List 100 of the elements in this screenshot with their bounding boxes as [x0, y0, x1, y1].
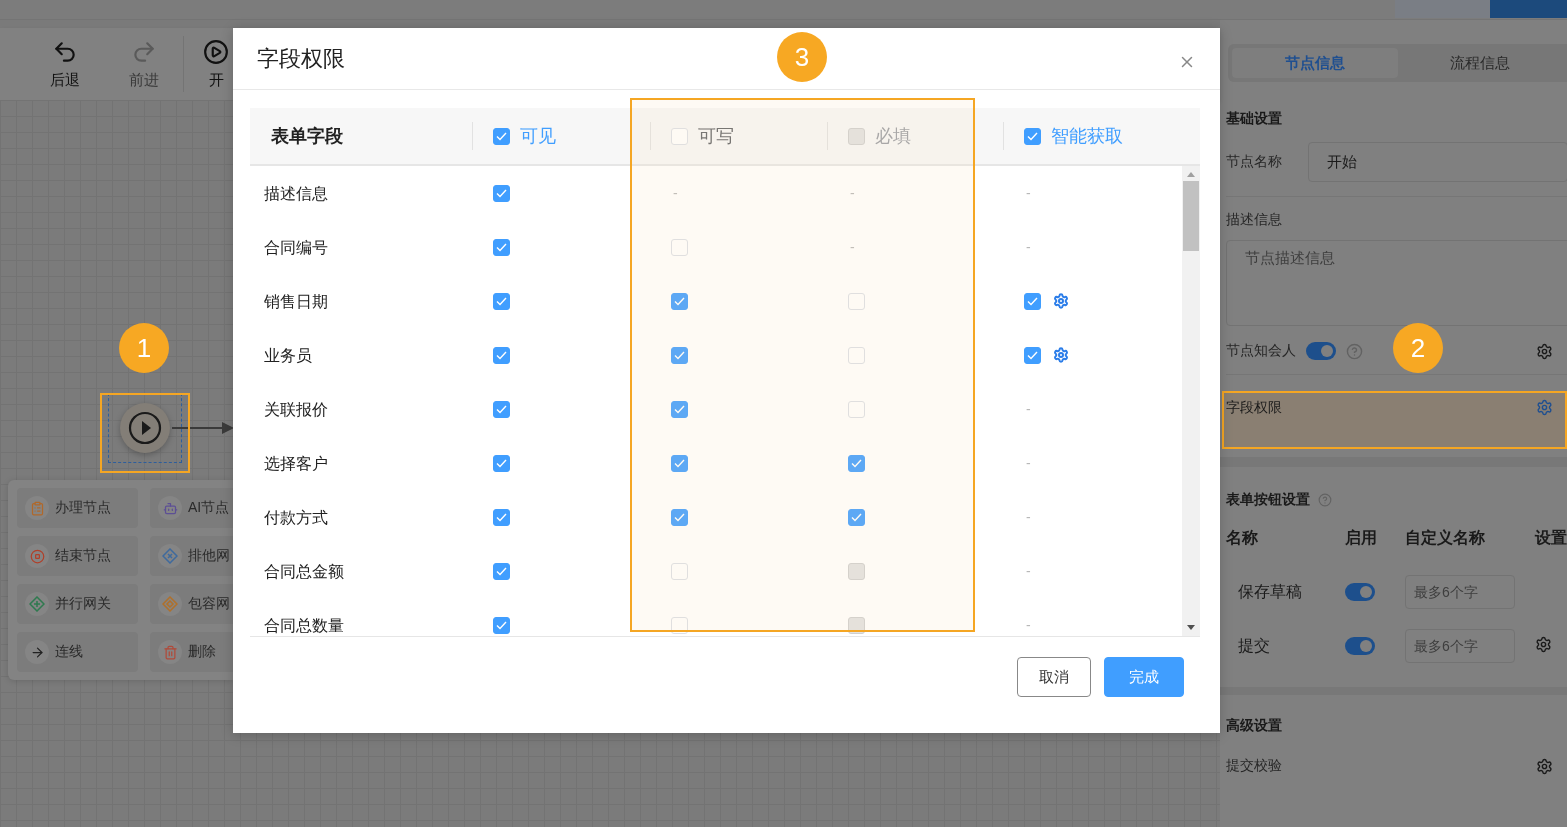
settings-icon[interactable]: [1535, 635, 1552, 653]
tab[interactable]: 流程信息: [1397, 48, 1563, 78]
checkmark-icon: [674, 296, 685, 306]
field-name: 付款方式: [263, 507, 329, 528]
checkmark-icon: [496, 188, 507, 198]
checkmark-icon: [496, 350, 507, 360]
toggle-switch[interactable]: [1345, 637, 1375, 655]
toggle-switch[interactable]: [1306, 342, 1336, 360]
field-label: 描述信息: [1226, 211, 1282, 229]
column-header: 可见: [520, 125, 556, 148]
checkbox[interactable]: [1024, 127, 1041, 145]
column-header: 设置: [1535, 527, 1567, 548]
help-icon[interactable]: [1346, 342, 1363, 360]
checkmark-icon: [674, 512, 685, 522]
checkbox[interactable]: [493, 292, 510, 310]
menu-item[interactable]: 办理节点: [17, 488, 138, 528]
toggle-switch[interactable]: [1345, 583, 1375, 601]
start-node[interactable]: [120, 403, 170, 453]
settings-icon[interactable]: [1536, 757, 1553, 775]
field-label: 节点知会人: [1226, 342, 1296, 360]
checkmark-icon: [1027, 131, 1038, 141]
empty-mark: -: [1025, 401, 1031, 417]
checkbox[interactable]: [848, 508, 865, 526]
checkmark-icon: [851, 512, 862, 522]
empty-mark: -: [1025, 239, 1031, 255]
menu-item[interactable]: 连线: [17, 632, 138, 672]
diamond-x-icon: [158, 544, 182, 568]
empty-mark: -: [1025, 455, 1031, 471]
play-icon: [203, 38, 229, 65]
toolbar-button[interactable]: 开: [200, 38, 232, 90]
menu-item[interactable]: 并行网关: [17, 584, 138, 624]
description-field[interactable]: 节点描述信息: [1226, 240, 1567, 326]
checkbox[interactable]: [671, 454, 688, 472]
checkmark-icon: [674, 350, 685, 360]
trash-icon: [158, 640, 182, 664]
settings-icon[interactable]: [1536, 342, 1553, 360]
checkbox[interactable]: [493, 238, 510, 256]
custom-name-field[interactable]: 最多6个字: [1405, 575, 1515, 609]
checkmark-icon: [496, 131, 507, 141]
checkbox[interactable]: [1024, 292, 1041, 310]
checkmark-icon: [674, 404, 685, 414]
field-label: 节点名称: [1226, 153, 1282, 171]
checkbox[interactable]: [493, 127, 510, 145]
column-header: 可写: [698, 125, 734, 148]
column-header: 名称: [1226, 527, 1259, 548]
checkbox[interactable]: [493, 508, 510, 526]
checkbox[interactable]: [493, 562, 510, 580]
checkbox[interactable]: [1024, 346, 1041, 364]
column-header: 表单字段: [271, 125, 343, 148]
field-name: 选择客户: [263, 453, 329, 474]
field-name: 合同总金额: [263, 561, 345, 582]
menu-item[interactable]: 结束节点: [17, 536, 138, 576]
checkbox[interactable]: [493, 400, 510, 418]
field-name: 合同编号: [263, 237, 329, 258]
checkmark-icon: [496, 296, 507, 306]
menu-item[interactable]: 删除: [150, 632, 233, 672]
dialog-button[interactable]: 取消: [1017, 657, 1091, 697]
checkmark-icon: [674, 458, 685, 468]
section-title: 高级设置: [1225, 717, 1283, 735]
checkmark-icon: [496, 512, 507, 522]
checkbox[interactable]: [493, 184, 510, 202]
connector-arrow: [172, 421, 234, 435]
button-name: 提交: [1237, 635, 1271, 656]
settings-icon[interactable]: [1053, 293, 1069, 309]
task-icon: [25, 496, 49, 520]
menu-item[interactable]: AI节点: [150, 488, 233, 528]
checkbox[interactable]: [671, 508, 688, 526]
empty-mark: -: [849, 185, 855, 201]
empty-mark: -: [1025, 617, 1031, 633]
menu-item[interactable]: 排他网: [150, 536, 233, 576]
checkbox[interactable]: [671, 292, 688, 310]
checkbox[interactable]: [493, 346, 510, 364]
checkbox[interactable]: [671, 346, 688, 364]
node-name-field[interactable]: 开始: [1308, 142, 1567, 182]
setting-label: 提交校验: [1226, 757, 1282, 775]
checkmark-icon: [496, 620, 507, 630]
empty-mark: -: [849, 239, 855, 255]
field-name: 业务员: [263, 345, 313, 366]
help-icon[interactable]: [1318, 493, 1332, 507]
settings-icon[interactable]: [1536, 399, 1553, 416]
field-name: 合同总数量: [263, 615, 345, 636]
checkbox[interactable]: [493, 616, 510, 634]
settings-icon[interactable]: [1053, 347, 1069, 363]
field-name: 描述信息: [263, 183, 329, 204]
checkbox[interactable]: [848, 454, 865, 472]
field-label: 字段权限: [1226, 399, 1282, 417]
menu-item[interactable]: 包容网: [150, 584, 233, 624]
dialog-button[interactable]: 完成: [1104, 657, 1184, 697]
tab[interactable]: 节点信息: [1232, 48, 1398, 78]
field-permission-row[interactable]: 字段权限: [1222, 391, 1567, 449]
column-header: 自定义名称: [1405, 527, 1486, 548]
scrollbar[interactable]: [1182, 166, 1200, 636]
checkbox[interactable]: [493, 454, 510, 472]
section-title: 基础设置: [1225, 110, 1283, 128]
checkmark-icon: [496, 404, 507, 414]
custom-name-field[interactable]: 最多6个字: [1405, 629, 1515, 663]
checkbox[interactable]: [671, 400, 688, 418]
robot-icon: [158, 496, 182, 520]
toolbar-button[interactable]: 后退: [25, 38, 104, 90]
empty-mark: -: [1025, 509, 1031, 525]
